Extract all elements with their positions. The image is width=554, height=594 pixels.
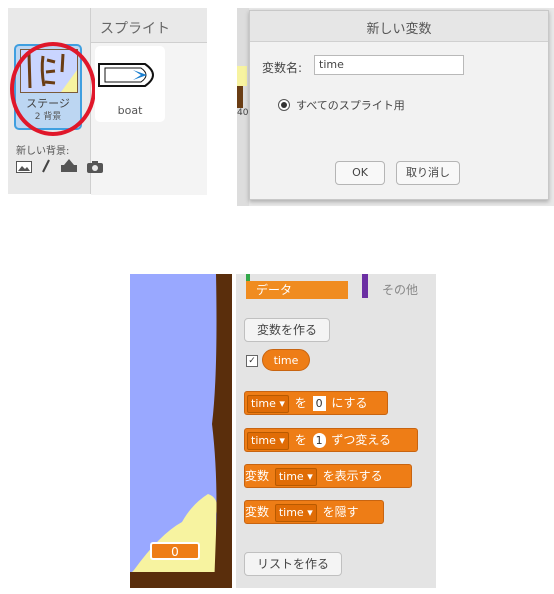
- variable-dropdown[interactable]: time ▾: [247, 431, 289, 450]
- variable-name: time: [278, 505, 304, 519]
- variable-name: time: [251, 396, 276, 410]
- background-strip: 40: [237, 8, 249, 206]
- all-sprites-label: すべてのスプライト用: [296, 99, 405, 112]
- variable-monitor[interactable]: 0: [150, 542, 200, 560]
- paint-icon[interactable]: [41, 158, 51, 177]
- stage-view: 0: [130, 274, 232, 588]
- other-tab-accent: [362, 274, 368, 298]
- cancel-button[interactable]: 取り消し: [396, 161, 460, 185]
- value-input[interactable]: 0: [312, 396, 326, 411]
- backdrop-tools: [16, 158, 107, 177]
- hide-variable-block[interactable]: 変数 time ▾ を隠す: [244, 500, 384, 524]
- make-list-button[interactable]: リストを作る: [244, 552, 342, 576]
- change-variable-block[interactable]: time ▾ を 1 ずつ変える: [244, 428, 418, 452]
- variable-name-label: 変数名:: [262, 61, 303, 75]
- stage-coordinate: 40: [237, 108, 249, 118]
- tab-other[interactable]: その他: [372, 281, 418, 299]
- block-text: を: [294, 433, 307, 447]
- dialog-titlebar: 新しい変数: [250, 11, 548, 42]
- set-variable-block[interactable]: time ▾ を 0 にする: [244, 391, 388, 415]
- stage-edge: [237, 86, 243, 108]
- block-text: を隠す: [322, 505, 359, 519]
- block-text: ずつ変える: [331, 433, 392, 447]
- block-text: にする: [331, 396, 368, 410]
- sprite-name: boat: [117, 104, 143, 117]
- variable-checkbox[interactable]: ✓: [246, 355, 258, 367]
- dialog-title: 新しい変数: [366, 22, 432, 37]
- show-variable-block[interactable]: 変数 time ▾ を表示する: [244, 464, 412, 488]
- variable-dropdown[interactable]: time ▾: [274, 467, 317, 486]
- variable-dropdown[interactable]: time ▾: [247, 394, 289, 413]
- value-input[interactable]: 1: [312, 433, 326, 448]
- make-variable-button[interactable]: 変数を作る: [244, 318, 330, 342]
- upload-icon[interactable]: [60, 158, 78, 177]
- new-backdrop-label: 新しい背景:: [16, 146, 70, 157]
- data-tab-accent: [246, 274, 250, 281]
- image-icon[interactable]: [16, 158, 32, 177]
- variable-dropdown[interactable]: time ▾: [274, 503, 317, 522]
- boat-icon: [98, 63, 154, 87]
- sprites-title: スプライト: [100, 21, 170, 37]
- highlight-circle: [10, 42, 96, 136]
- block-text: 変数: [245, 505, 270, 519]
- tab-data[interactable]: データ: [246, 281, 348, 299]
- new-variable-dialog: 新しい変数 変数名: time すべてのスプライト用 OK 取り消し: [249, 10, 549, 200]
- sprite-pane: スプライト ステージ 2 背景 新しい背景: boat: [8, 8, 207, 195]
- variable-name: time: [278, 469, 304, 483]
- block-text: 変数: [245, 469, 270, 483]
- block-text: を表示する: [322, 469, 383, 483]
- variable-name: time: [251, 433, 276, 447]
- ok-button[interactable]: OK: [335, 161, 385, 185]
- all-sprites-radio[interactable]: [278, 99, 290, 111]
- dialog-area: 40 新しい変数 変数名: time すべてのスプライト用 OK 取り消し: [237, 8, 554, 206]
- variable-name-input[interactable]: time: [314, 55, 464, 75]
- stage-backdrop: [130, 274, 232, 588]
- stage-edge-sand: [237, 66, 247, 86]
- block-text: を: [294, 396, 307, 410]
- camera-icon[interactable]: [87, 158, 104, 177]
- data-palette: データ その他 変数を作る ✓ time time ▾ を 0 にする time…: [236, 274, 436, 588]
- variable-reporter-block[interactable]: time: [262, 349, 310, 371]
